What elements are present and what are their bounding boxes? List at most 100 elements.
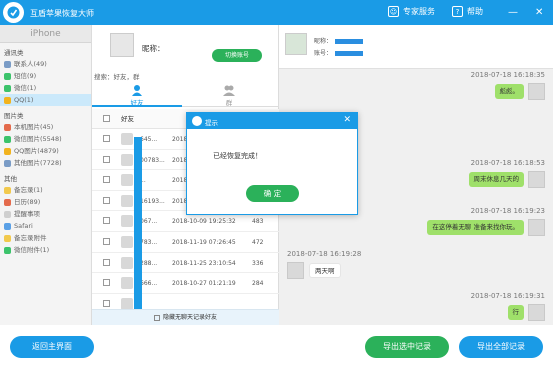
row-checkbox[interactable] [103, 217, 110, 225]
sidebar-item[interactable]: 备忘录(1) [0, 184, 91, 196]
tab-friends[interactable]: 好友 [92, 81, 182, 107]
friend-time: 2018-10-27 01:21:19 [172, 280, 236, 288]
title-bar: 互盾苹果恢复大师 ☺ 专家服务 ? 帮助 — ✕ [0, 0, 553, 25]
sidebar-item-label: QQ(1) [14, 96, 34, 104]
sidebar-item[interactable]: 微信(1) [0, 82, 91, 94]
message-avatar [528, 304, 545, 321]
message-time: 2018-07-18 16:19:31 [470, 292, 545, 300]
nick-label: 昵称： [314, 38, 333, 45]
friend-avatar [121, 194, 133, 207]
category-icon [4, 123, 11, 131]
row-checkbox[interactable] [103, 237, 110, 245]
friend-id: 645... [140, 136, 158, 143]
account-header: 昵称： 切换账号 [92, 25, 279, 67]
tab-friends-label: 好友 [130, 99, 144, 107]
chat-header: 昵称： 账号： [279, 25, 553, 69]
dialog-ok-button[interactable]: 确 定 [246, 185, 299, 202]
hide-empty-toggle[interactable]: 隐藏无聊天记录好友 [92, 309, 279, 325]
dialog-header: 提示 ✕ [187, 113, 357, 129]
friend-count: 472 [252, 238, 264, 246]
category-icon [4, 222, 11, 230]
sidebar: iPhone 通讯类 联系人(49) 短信(9) 微信(1) QQ(1) 图片类 本机图片(… [0, 25, 92, 325]
message-bubble: 行 [507, 305, 524, 320]
sidebar-item-label: 备忘录(1) [14, 186, 43, 194]
sidebar-item[interactable]: QQ(1) [0, 94, 91, 106]
sidebar-item-label: 备忘录附件 [14, 234, 47, 242]
footer: 返回主界面 导出选中记录 导出全部记录 [0, 325, 553, 369]
sidebar-item[interactable]: 备忘录附件 [0, 232, 91, 244]
message-time: 2018-07-18 16:19:28 [287, 250, 362, 258]
sidebar-item[interactable]: 本机图片(45) [0, 121, 91, 133]
group-icon [223, 85, 235, 96]
row-checkbox[interactable] [103, 258, 110, 266]
friend-time: 2018-11-19 07:26:45 [172, 238, 236, 246]
friend-count: 336 [252, 259, 264, 267]
select-all-checkbox[interactable] [103, 115, 110, 122]
expert-service-button[interactable]: ☺ 专家服务 [388, 6, 435, 17]
sidebar-item[interactable]: QQ图片(4879) [0, 145, 91, 157]
sidebar-item[interactable]: 提醒事项 [0, 208, 91, 220]
friend-avatar [121, 297, 133, 310]
dialog-title: 提示 [205, 119, 218, 127]
contact-avatar [285, 33, 307, 55]
table-row[interactable]: 666... 2018-10-27 01:21:19 284 [92, 273, 279, 294]
friend-avatar [121, 256, 133, 269]
friend-group-tabs: 好友 群 [92, 81, 279, 107]
message-time: 2018-07-18 16:18:35 [470, 71, 545, 79]
close-window-button[interactable]: ✕ [535, 7, 543, 18]
sidebar-item-label: 本机图片(45) [14, 123, 54, 131]
friend-id: 288... [140, 259, 158, 267]
contact-account: 账号： [314, 48, 364, 57]
table-row[interactable]: 783... 2018-11-19 07:26:45 472 [92, 232, 279, 253]
person-icon: ☺ [388, 6, 399, 17]
friend-id: 783... [140, 238, 158, 246]
back-home-button[interactable]: 返回主界面 [10, 336, 94, 358]
acct-label: 账号： [314, 50, 333, 57]
row-checkbox[interactable] [103, 196, 110, 204]
friend-avatar [121, 153, 133, 166]
sidebar-item[interactable]: 微信图片(5548) [0, 133, 91, 145]
sidebar-item[interactable]: 其他图片(7728) [0, 157, 91, 169]
friend-time: 2018-11-25 23:10:54 [172, 259, 236, 267]
search-field[interactable]: 搜索：好友，群 [94, 71, 140, 81]
row-checkbox[interactable] [103, 299, 110, 307]
app-title: 互盾苹果恢复大师 [30, 9, 94, 18]
help-button[interactable]: ? 帮助 [452, 6, 483, 17]
category-icon [4, 147, 11, 155]
col-friend-header: 好友 [121, 115, 134, 123]
dialog-message: 已经恢复完成！ [213, 152, 262, 160]
sidebar-item-label: 微信附件(1) [14, 246, 50, 254]
export-all-button[interactable]: 导出全部记录 [459, 336, 543, 358]
sidebar-item[interactable]: 联系人(49) [0, 58, 91, 70]
sidebar-item[interactable]: 短信(9) [0, 70, 91, 82]
minimize-button[interactable]: — [508, 7, 518, 18]
switch-account-button[interactable]: 切换账号 [212, 49, 262, 62]
sidebar-section-label: 其他 [4, 175, 17, 183]
table-row[interactable]: 288... 2018-11-25 23:10:54 336 [92, 253, 279, 274]
row-checkbox[interactable] [103, 176, 110, 184]
category-icon [4, 72, 11, 80]
friend-avatar [121, 277, 133, 290]
app-logo-icon [3, 2, 24, 23]
friend-count: 284 [252, 280, 264, 288]
export-selected-button[interactable]: 导出选中记录 [365, 336, 449, 358]
nickname-label: 昵称： [142, 44, 165, 53]
dialog-close-icon[interactable]: ✕ [343, 115, 351, 125]
hide-empty-checkbox[interactable] [153, 314, 160, 321]
row-checkbox[interactable] [103, 135, 110, 142]
tab-groups[interactable]: 群 [184, 81, 274, 107]
sidebar-item[interactable]: Safari [0, 220, 91, 232]
message-time: 2018-07-18 16:19:23 [470, 207, 545, 215]
highlight-bar [134, 137, 142, 322]
friend-avatar [121, 215, 133, 228]
sidebar-item[interactable]: 日历(89) [0, 196, 91, 208]
category-icon [4, 234, 11, 242]
sidebar-item[interactable]: 微信附件(1) [0, 244, 91, 256]
category-icon [4, 60, 11, 68]
message-bubble: 周末休息几天的 [468, 172, 524, 187]
category-icon [4, 186, 11, 194]
sidebar-item-label: QQ图片(4879) [14, 147, 59, 155]
row-checkbox[interactable] [103, 155, 110, 163]
sidebar-item-label: 短信(9) [14, 72, 37, 80]
row-checkbox[interactable] [103, 279, 110, 287]
